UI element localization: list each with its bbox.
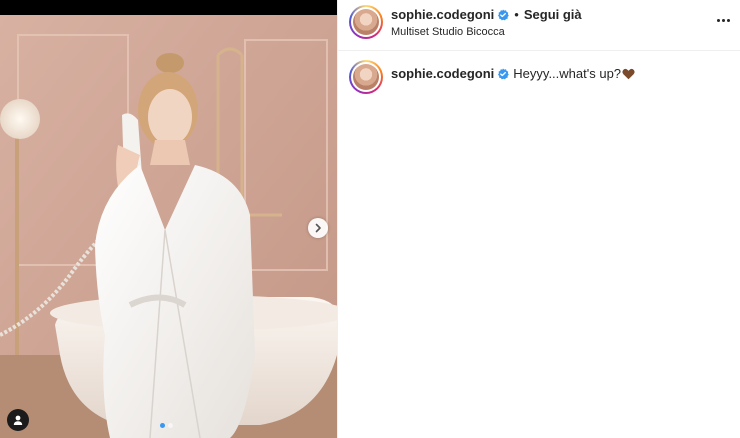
more-options-button[interactable] — [713, 12, 733, 28]
verified-badge-icon — [498, 9, 510, 20]
caption-username[interactable]: sophie.codegoni — [391, 66, 494, 81]
carousel-dot — [168, 423, 173, 428]
carousel-dot-active — [160, 423, 165, 428]
avatar-image — [353, 9, 379, 35]
post-location[interactable]: Multiset Studio Bicocca — [391, 26, 505, 38]
more-options-icon-dot — [726, 18, 730, 22]
chevron-right-icon — [315, 223, 321, 233]
carousel-indicator — [160, 423, 173, 428]
header-separator: • — [514, 7, 519, 22]
tagged-users-button[interactable] — [7, 409, 29, 431]
header-name-row: sophie.codegoni • Segui già — [391, 7, 582, 22]
more-options-icon — [716, 18, 720, 22]
post-caption: sophie.codegoni Heyyy...what's up? — [338, 58, 740, 98]
caption-row: sophie.codegoni Heyyy...what's up? — [391, 66, 635, 81]
caption-avatar[interactable] — [349, 60, 383, 94]
author-avatar[interactable] — [349, 5, 383, 39]
following-button[interactable]: Segui già — [524, 7, 582, 22]
more-options-icon-dot — [721, 18, 725, 22]
post-photo — [0, 15, 337, 438]
user-tag-icon — [13, 415, 23, 425]
next-slide-button[interactable] — [308, 218, 328, 238]
post-side-panel: sophie.codegoni • Segui già Multiset Stu… — [337, 0, 740, 438]
post-media[interactable] — [0, 0, 337, 438]
post-header: sophie.codegoni • Segui già Multiset Stu… — [338, 0, 740, 51]
caption-text: Heyyy...what's up? — [513, 66, 622, 81]
author-username[interactable]: sophie.codegoni — [391, 7, 494, 22]
avatar-image — [353, 64, 379, 90]
brown-heart-icon — [622, 68, 635, 79]
media-top-bar — [0, 0, 337, 15]
verified-badge-icon — [498, 68, 510, 79]
